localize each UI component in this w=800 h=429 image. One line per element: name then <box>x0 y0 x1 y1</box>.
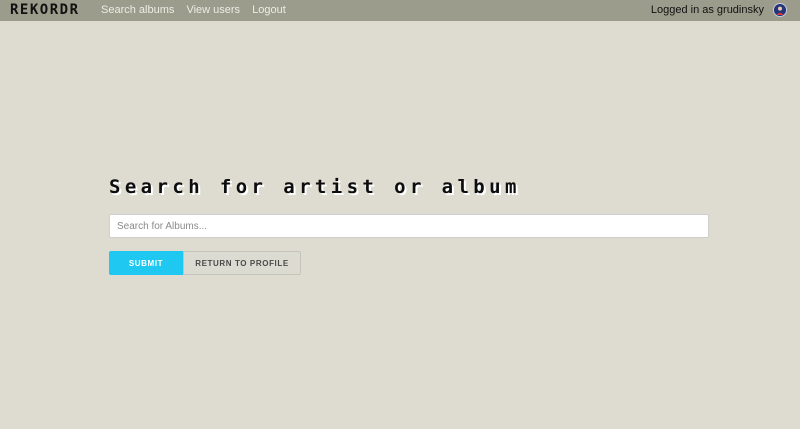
return-to-profile-button[interactable]: RETURN TO PROFILE <box>183 251 301 275</box>
nav-link-search-albums[interactable]: Search albums <box>101 4 174 16</box>
page-title: Search for artist or album <box>109 176 521 198</box>
nav-link-view-users[interactable]: View users <box>186 4 240 16</box>
nav-link-logout[interactable]: Logout <box>252 4 286 16</box>
nav-links: Search albums View users Logout <box>101 4 295 17</box>
album-search-input[interactable] <box>109 214 709 238</box>
user-avatar-icon[interactable] <box>773 3 787 17</box>
top-navbar: REKORDR Search albums View users Logout … <box>0 0 800 21</box>
logged-in-text: Logged in as grudinsky <box>650 4 764 16</box>
user-area: Logged in as grudinsky <box>651 3 787 17</box>
brand-logo[interactable]: REKORDR <box>10 2 80 19</box>
submit-button[interactable]: SUBMIT <box>109 251 183 275</box>
